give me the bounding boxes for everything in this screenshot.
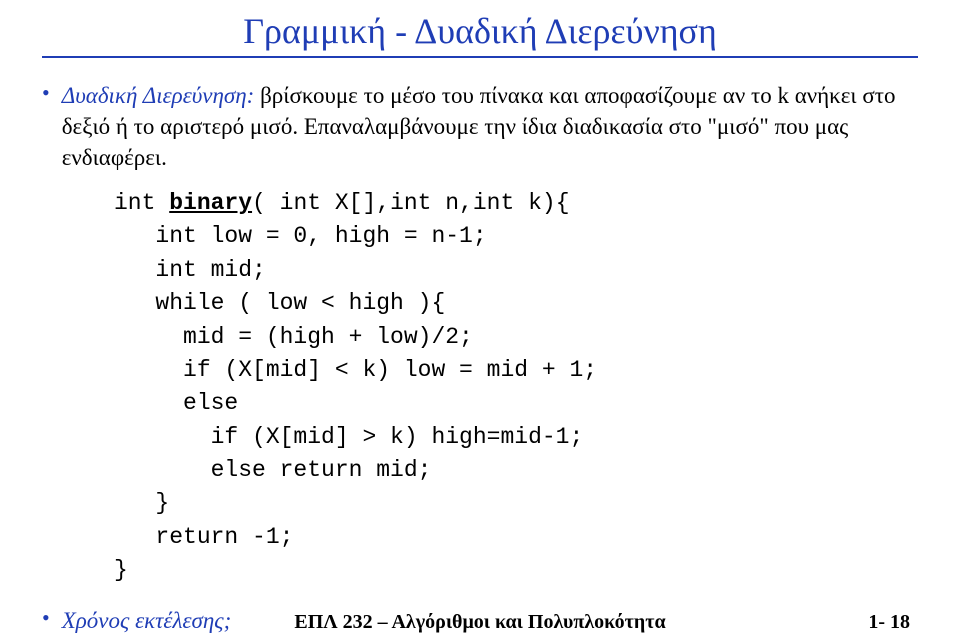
code-line-3: int mid; bbox=[114, 257, 266, 283]
bullet-item-1: • Δυαδική Διερεύνηση: βρίσκουμε το μέσο … bbox=[42, 80, 918, 173]
code-line-6: if (X[mid] < k) low = mid + 1; bbox=[114, 357, 597, 383]
code-line-10: } bbox=[114, 490, 169, 516]
code-line-1b: ( int X[],int n,int k){ bbox=[252, 190, 569, 216]
bullet-dot-icon: • bbox=[42, 80, 50, 106]
footer-page-number: 1- 18 bbox=[868, 611, 910, 634]
title-underline bbox=[42, 56, 918, 58]
slide-footer: ΕΠΛ 232 – Αλγόριθμοι και Πολυπλοκότητα 1… bbox=[0, 611, 960, 634]
code-line-2: int low = 0, high = n-1; bbox=[114, 223, 487, 249]
bullet-1-lead: Δυαδική Διερεύνηση: bbox=[62, 83, 255, 108]
code-line-9: else return mid; bbox=[114, 457, 431, 483]
code-line-7: else bbox=[114, 390, 238, 416]
code-block: int binary( int X[],int n,int k){ int lo… bbox=[114, 187, 918, 587]
bullet-1-text: Δυαδική Διερεύνηση: βρίσκουμε το μέσο το… bbox=[62, 80, 918, 173]
footer-course: ΕΠΛ 232 – Αλγόριθμοι και Πολυπλοκότητα bbox=[294, 611, 665, 634]
code-line-5: mid = (high + low)/2; bbox=[114, 324, 473, 350]
slide-content: • Δυαδική Διερεύνηση: βρίσκουμε το μέσο … bbox=[42, 80, 918, 636]
slide: Γραμμική - Δυαδική Διερεύνηση • Δυαδική … bbox=[0, 0, 960, 644]
code-line-4: while ( low < high ){ bbox=[114, 290, 445, 316]
code-line-1a: int bbox=[114, 190, 169, 216]
slide-title: Γραμμική - Δυαδική Διερεύνηση bbox=[42, 10, 918, 54]
code-keyword-binary: binary bbox=[169, 190, 252, 216]
code-line-8: if (X[mid] > k) high=mid-1; bbox=[114, 424, 583, 450]
code-line-12: } bbox=[114, 557, 128, 583]
code-line-11: return -1; bbox=[114, 524, 293, 550]
